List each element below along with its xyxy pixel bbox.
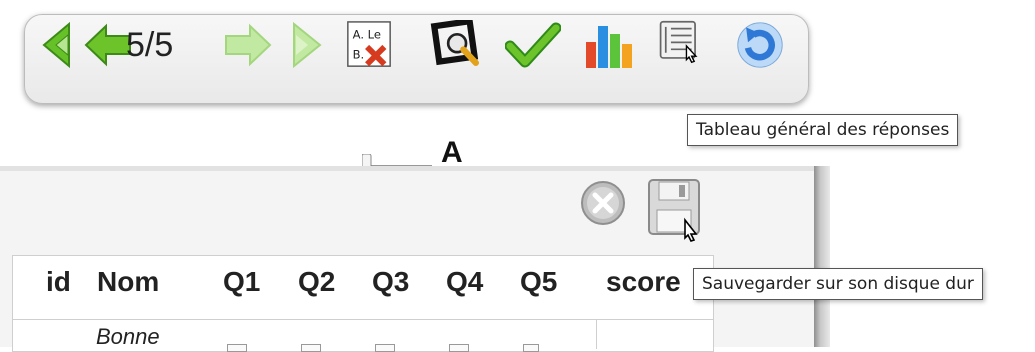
checkmark-icon[interactable] <box>505 20 561 70</box>
panel-right-edge <box>814 166 830 347</box>
next-page-icon[interactable] <box>222 20 274 70</box>
section-letter: A <box>441 136 463 169</box>
answer-checkbox-q1[interactable] <box>227 344 247 352</box>
table-header-q1: Q1 <box>223 266 261 297</box>
panel-top-border <box>0 166 814 171</box>
page-counter: 5/5 <box>126 26 174 64</box>
answers-icon-line-2: B. <box>353 47 365 61</box>
table-header-q2: Q2 <box>298 266 336 297</box>
bar-chart-icon[interactable] <box>582 20 636 70</box>
close-circle-icon[interactable] <box>578 178 628 228</box>
refresh-icon[interactable] <box>733 20 787 70</box>
table-row-separator <box>12 319 714 320</box>
table-header-q3: Q3 <box>372 266 410 297</box>
table-header-q4: Q4 <box>446 266 484 297</box>
last-page-icon[interactable] <box>282 20 324 70</box>
answer-checkbox-q3[interactable] <box>375 344 395 352</box>
table-cell-separator <box>596 319 597 349</box>
answer-checkbox-q4[interactable] <box>449 344 469 352</box>
zoom-icon[interactable] <box>428 20 488 70</box>
table-header-q5: Q5 <box>520 266 558 297</box>
save-tooltip: Sauvegarder sur son disque dur <box>693 268 983 300</box>
table-cell-name: Bonne <box>96 324 160 349</box>
table-header-score: score <box>606 266 681 297</box>
answers-icon-line-1: A. Le <box>353 27 381 41</box>
answers-table-icon[interactable] <box>655 20 711 70</box>
answer-options-icon[interactable]: A. Le B. <box>345 20 393 70</box>
table-header-nom: Nom <box>97 266 160 297</box>
floppy-disk-icon[interactable] <box>645 176 707 246</box>
table-tooltip: Tableau général des réponses <box>687 114 959 146</box>
answer-checkbox-q2[interactable] <box>301 344 321 352</box>
answer-checkbox-q5[interactable] <box>523 344 539 352</box>
table-header-id: id <box>46 266 71 297</box>
first-page-icon[interactable] <box>39 20 81 70</box>
